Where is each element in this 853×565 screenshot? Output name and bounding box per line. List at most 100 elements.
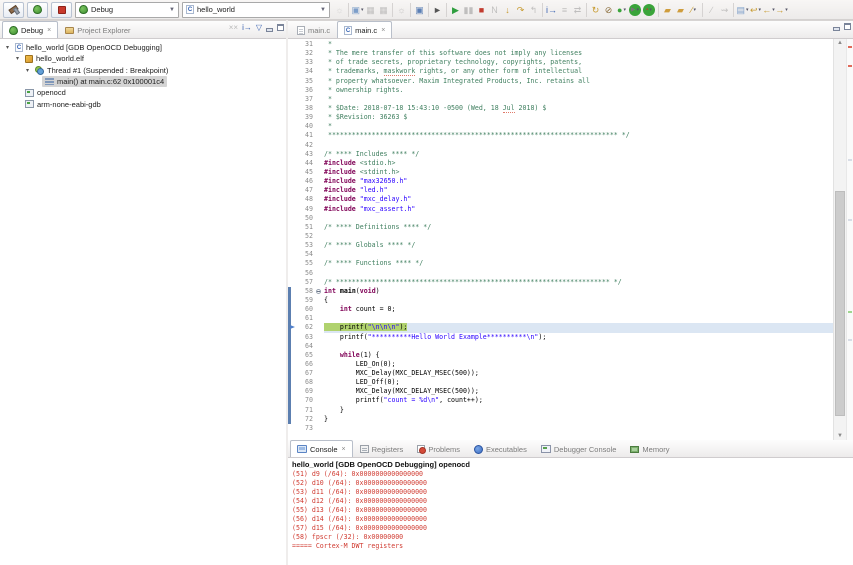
- fold-margin[interactable]: [315, 287, 324, 296]
- breakpoint-margin[interactable]: [288, 406, 298, 415]
- tab-problems[interactable]: Problems: [410, 440, 467, 457]
- select-tool-icon[interactable]: ►: [431, 2, 444, 18]
- fold-margin[interactable]: [315, 269, 324, 278]
- link-with-editor-icon[interactable]: ⇝: [718, 2, 731, 18]
- tab-executables[interactable]: Executables: [467, 440, 534, 457]
- breakpoint-margin[interactable]: [288, 232, 298, 241]
- step-into-icon[interactable]: ↓: [501, 2, 514, 18]
- fold-margin[interactable]: [315, 67, 324, 76]
- breakpoint-margin[interactable]: [288, 67, 298, 76]
- breakpoint-margin[interactable]: [288, 104, 298, 113]
- annotation-mark[interactable]: [848, 219, 852, 221]
- breakpoint-margin[interactable]: [288, 369, 298, 378]
- fold-margin[interactable]: [315, 131, 324, 140]
- fold-margin[interactable]: [315, 424, 324, 433]
- maximize-icon[interactable]: [844, 23, 851, 30]
- open-folder-icon[interactable]: ▰: [661, 2, 674, 18]
- fold-margin[interactable]: [315, 378, 324, 387]
- tree-item[interactable]: ▾hello_world [GDB OpenOCD Debugging]: [0, 42, 286, 53]
- restart-icon[interactable]: ↻: [589, 2, 602, 18]
- breakpoint-margin[interactable]: [288, 287, 298, 296]
- fold-margin[interactable]: [315, 314, 324, 323]
- breakpoint-margin[interactable]: [288, 141, 298, 150]
- tab-debug[interactable]: Debug×: [2, 21, 58, 38]
- fold-margin[interactable]: [315, 214, 324, 223]
- breakpoint-margin[interactable]: [288, 95, 298, 104]
- breakpoint-margin[interactable]: [288, 333, 298, 342]
- build-all-icon[interactable]: ☼: [395, 2, 408, 18]
- pin-editor-icon[interactable]: ▤▾: [736, 2, 749, 18]
- fold-margin[interactable]: [315, 168, 324, 177]
- breakpoint-margin[interactable]: [288, 269, 298, 278]
- fold-margin[interactable]: [315, 415, 324, 424]
- open-console-icon[interactable]: ▣: [413, 2, 426, 18]
- fold-margin[interactable]: [315, 223, 324, 232]
- save-icon[interactable]: ▦: [364, 2, 377, 18]
- breakpoint-margin[interactable]: [288, 40, 298, 49]
- breakpoint-margin[interactable]: [288, 387, 298, 396]
- fold-margin[interactable]: [315, 232, 324, 241]
- resume-icon[interactable]: ▶: [449, 2, 462, 18]
- annotate-icon[interactable]: ∕▾: [687, 2, 700, 18]
- breakpoint-margin[interactable]: [288, 205, 298, 214]
- breakpoint-margin[interactable]: [288, 58, 298, 67]
- annotation-mark[interactable]: [848, 311, 852, 313]
- breakpoint-margin[interactable]: [288, 150, 298, 159]
- collapse-icon[interactable]: [316, 289, 321, 294]
- fold-margin[interactable]: [315, 95, 324, 104]
- fold-margin[interactable]: [315, 351, 324, 360]
- breakpoint-margin[interactable]: [288, 177, 298, 186]
- fold-margin[interactable]: [315, 296, 324, 305]
- tab-project-explorer[interactable]: Project Explorer: [58, 21, 137, 38]
- tree-expander-icon[interactable]: ▾: [3, 44, 12, 51]
- minimize-icon[interactable]: [266, 24, 273, 31]
- back-icon[interactable]: ←▾: [762, 2, 775, 18]
- breakpoint-margin[interactable]: [288, 186, 298, 195]
- breakpoint-margin[interactable]: [288, 159, 298, 168]
- breakpoint-margin[interactable]: [288, 86, 298, 95]
- instruction-stepping-icon[interactable]: i→: [242, 23, 252, 32]
- breakpoint-margin[interactable]: [288, 77, 298, 86]
- tree-expander-icon[interactable]: ▾: [13, 55, 22, 62]
- tab-registers[interactable]: Registers: [353, 440, 411, 457]
- debug-history-icon[interactable]: ●▾: [615, 2, 628, 18]
- new-wizard-icon[interactable]: ▣▾: [351, 2, 364, 18]
- edit-icon[interactable]: ∕: [705, 2, 718, 18]
- breakpoint-margin[interactable]: [288, 49, 298, 58]
- annotation-mark[interactable]: [848, 339, 852, 341]
- breakpoint-margin[interactable]: [288, 259, 298, 268]
- run-history-icon[interactable]: ▶▾: [629, 4, 641, 16]
- close-icon[interactable]: ×: [47, 27, 51, 34]
- breakpoint-margin[interactable]: [288, 314, 298, 323]
- fold-margin[interactable]: [315, 387, 324, 396]
- suspend-icon[interactable]: ▮▮: [462, 2, 475, 18]
- fold-margin[interactable]: [315, 104, 324, 113]
- debug-button[interactable]: [27, 2, 48, 18]
- tree-item[interactable]: ▾hello_world.elf: [0, 53, 286, 64]
- skip-all-breakpoints-icon[interactable]: ⊘: [602, 2, 615, 18]
- launch-config-combo[interactable]: hello_world ▼: [182, 2, 330, 18]
- fold-margin[interactable]: [315, 360, 324, 369]
- fold-margin[interactable]: [315, 77, 324, 86]
- breakpoint-margin[interactable]: [288, 223, 298, 232]
- fold-margin[interactable]: [315, 406, 324, 415]
- breakpoint-margin[interactable]: [288, 250, 298, 259]
- breakpoint-margin[interactable]: [288, 296, 298, 305]
- breakpoint-margin[interactable]: [288, 241, 298, 250]
- scrollbar-thumb[interactable]: [835, 191, 845, 416]
- code-editor[interactable]: 31 *32 * The mere transfer of this softw…: [288, 39, 833, 440]
- fold-margin[interactable]: [315, 177, 324, 186]
- last-edit-location-icon[interactable]: ↩▾: [749, 2, 762, 18]
- breakpoint-margin[interactable]: [288, 168, 298, 177]
- fold-margin[interactable]: [315, 333, 324, 342]
- disconnect-icon[interactable]: N: [488, 2, 501, 18]
- tab-debugger-console[interactable]: Debugger Console: [534, 440, 624, 457]
- breakpoint-margin[interactable]: [288, 195, 298, 204]
- breakpoint-margin[interactable]: [288, 342, 298, 351]
- breakpoint-margin[interactable]: [288, 131, 298, 140]
- breakpoint-margin[interactable]: [288, 122, 298, 131]
- fold-margin[interactable]: [315, 49, 324, 58]
- fold-margin[interactable]: [315, 58, 324, 67]
- view-menu-icon[interactable]: ▽: [256, 23, 262, 32]
- close-icon[interactable]: ×: [342, 446, 346, 453]
